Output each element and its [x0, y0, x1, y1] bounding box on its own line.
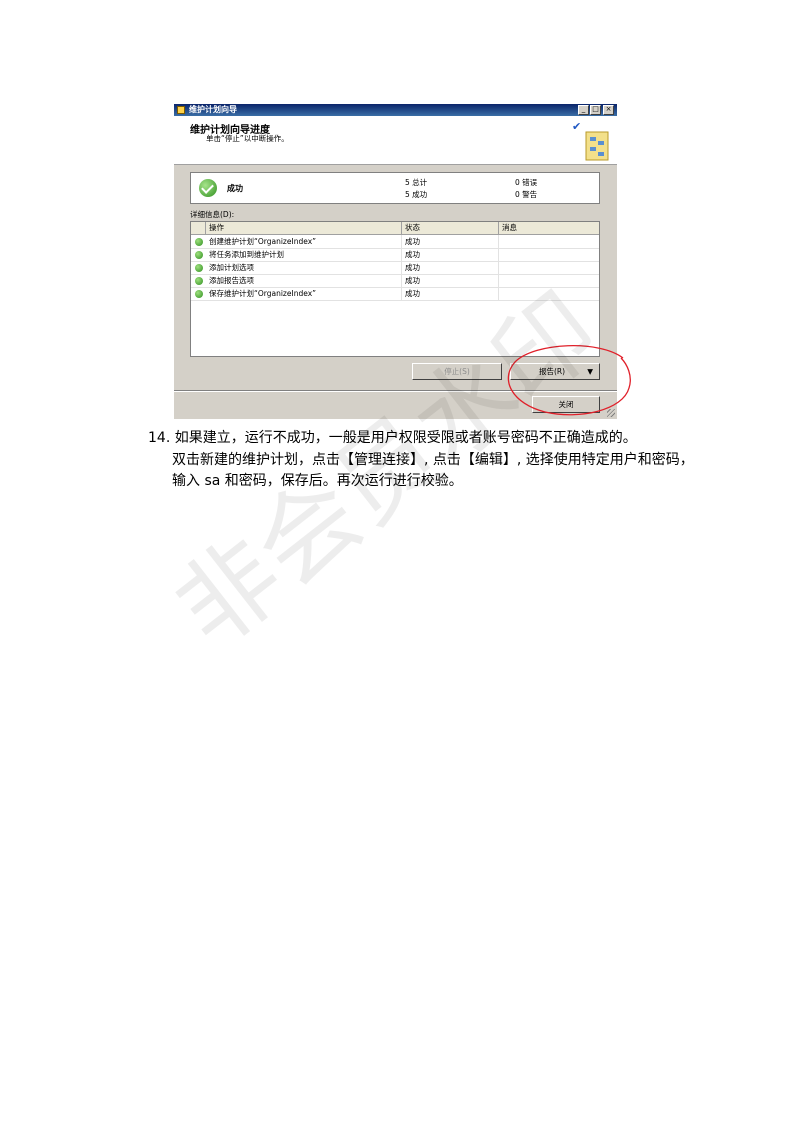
row-action: 保存维护计划“OrganizeIndex”: [206, 287, 402, 300]
row-message: [499, 235, 599, 248]
success-icon: [195, 290, 203, 298]
total-count: 5 总计: [405, 178, 428, 187]
table-row[interactable]: 创建维护计划“OrganizeIndex” 成功: [191, 235, 599, 249]
grid-header: 操作 状态 消息: [191, 222, 599, 235]
grid-header-icon-col: [191, 222, 206, 234]
minimize-button[interactable]: _: [578, 105, 589, 115]
success-icon: [195, 238, 203, 246]
warning-count: 0 警告: [515, 190, 538, 199]
row-status: 成功: [402, 248, 499, 261]
app-icon: [177, 106, 185, 114]
row-action: 添加计划选项: [206, 261, 402, 274]
wizard-logo-icon: [585, 131, 609, 161]
row-status: 成功: [402, 274, 499, 287]
row-message: [499, 248, 599, 261]
window-title: 维护计划向导: [189, 105, 237, 114]
details-label: 详细信息(D):: [190, 210, 235, 219]
step-number: 14.: [148, 430, 171, 446]
wizard-header: 维护计划向导进度 单击“停止”以中断操作。 ✔: [174, 116, 617, 165]
success-icon: [195, 264, 203, 272]
success-count: 5 成功: [405, 190, 428, 199]
row-status: 成功: [402, 235, 499, 248]
grid-header-action[interactable]: 操作: [206, 222, 402, 234]
wizard-subheading: 单击“停止”以中断操作。: [206, 134, 289, 143]
close-window-button[interactable]: ×: [603, 105, 614, 115]
maximize-button[interactable]: □: [590, 105, 601, 115]
error-count: 0 错误: [515, 178, 538, 187]
row-status: 成功: [402, 261, 499, 274]
checkmark-icon: ✔: [572, 120, 582, 133]
success-icon: [199, 179, 217, 197]
row-action: 添加报告选项: [206, 274, 402, 287]
grid-header-message[interactable]: 消息: [499, 222, 599, 234]
resize-grip-icon[interactable]: [607, 409, 615, 417]
grid-header-status[interactable]: 状态: [402, 222, 499, 234]
success-icon: [195, 277, 203, 285]
status-summary: 成功 5 总计 5 成功 0 错误 0 警告: [190, 172, 600, 204]
row-action: 创建维护计划“OrganizeIndex”: [206, 235, 402, 248]
success-icon: [195, 251, 203, 259]
status-label: 成功: [227, 184, 243, 193]
row-action: 将任务添加到维护计划: [206, 248, 402, 261]
window-titlebar: 维护计划向导 _ □ ×: [174, 104, 617, 116]
